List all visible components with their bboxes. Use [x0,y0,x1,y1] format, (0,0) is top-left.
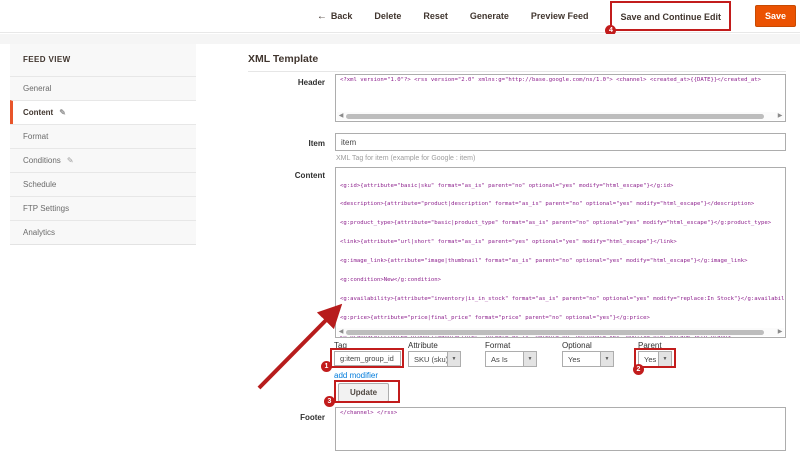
annotation-step-2: 2 [633,364,644,375]
sidebar-item-analytics[interactable]: Analytics [10,220,196,244]
top-toolbar: ← Back Delete Reset Generate Preview Fee… [0,0,800,33]
sidebar-item-format[interactable]: Format [10,124,196,148]
edit-pencil-icon: ✎ [59,108,66,117]
save-and-continue-button[interactable]: Save and Continue Edit [620,12,721,22]
back-label: Back [331,11,353,21]
header-textarea[interactable]: <?xml version="1.0"?> <rss version="2.0"… [335,74,786,122]
parent-column-label: Parent [638,341,662,350]
page-title: XML Template [248,53,318,65]
preview-feed-button[interactable]: Preview Feed [531,11,589,21]
footer-code-text: </channel> </rss> [336,408,785,418]
back-arrow-icon: ← [317,11,327,22]
attribute-column-label: Attribute [408,341,438,350]
feed-xml-template-page: ← Back Delete Reset Generate Preview Fee… [0,0,800,454]
header-horizontal-scrollbar[interactable]: ◀ ▶ [337,112,784,120]
sidebar-item-label: Conditions [23,156,61,165]
format-select[interactable]: As Is ▼ [485,351,537,367]
sidebar-item-ftp-settings[interactable]: FTP Settings [10,196,196,220]
title-divider [248,71,786,72]
save-button[interactable]: Save [755,5,796,27]
chevron-down-icon[interactable]: ▼ [658,352,671,366]
footer-textarea[interactable]: </channel> </rss> [335,407,786,451]
sidebar-item-content[interactable]: Content ✎ [10,100,196,124]
format-select-value: As Is [486,352,523,366]
sidebar-item-label: Analytics [23,228,55,237]
item-field-note: XML Tag for item (example for Google : i… [336,155,475,162]
format-column-label: Format [485,341,510,350]
toolbar-divider-strip [0,34,800,44]
add-modifier-link[interactable]: add modifier [334,371,378,380]
item-input[interactable]: item [335,133,786,151]
scrollbar-thumb[interactable] [346,330,764,335]
sidebar-item-schedule[interactable]: Schedule [10,172,196,196]
chevron-down-icon[interactable]: ▼ [447,352,460,366]
sidebar-item-label: General [23,84,51,93]
parent-select-value: Yes [639,352,658,366]
footer-field-label: Footer [235,413,325,422]
chevron-down-icon[interactable]: ▼ [523,352,536,366]
item-field-label: Item [235,139,325,148]
generate-button[interactable]: Generate [470,11,509,21]
sidebar-item-label: FTP Settings [23,204,69,213]
save-continue-highlight-box: Save and Continue Edit 4 [610,1,731,31]
scrollbar-track [345,330,776,335]
sidebar-item-conditions[interactable]: Conditions ✎ [10,148,196,172]
attribute-select[interactable]: SKU (sku) ▼ [408,351,461,367]
optional-select-value: Yes [563,352,600,366]
content-horizontal-scrollbar[interactable]: ◀ ▶ [337,328,784,336]
sidebar-item-label: Content [23,108,53,117]
attribute-select-value: SKU (sku) [409,352,447,366]
delete-button[interactable]: Delete [374,11,401,21]
annotation-step-1: 1 [321,361,332,372]
scroll-right-icon[interactable]: ▶ [776,328,784,336]
content-field-label: Content [235,171,325,180]
annotation-step-3: 3 [324,396,335,407]
feed-view-sidebar: FEED VIEW General Content ✎ Format Condi… [10,44,196,245]
scroll-right-icon[interactable]: ▶ [776,112,784,120]
reset-button[interactable]: Reset [423,11,448,21]
sidebar-item-label: Schedule [23,180,56,189]
tag-input[interactable]: g:item_group_id [334,351,401,366]
update-button[interactable]: Update [338,383,389,402]
scrollbar-thumb[interactable] [346,114,764,119]
scroll-left-icon[interactable]: ◀ [337,112,345,120]
content-textarea[interactable]: <g:id>{attribute="basic|sku" format="as_… [335,167,786,338]
optional-column-label: Optional [562,341,592,350]
header-code-text: <?xml version="1.0"?> <rss version="2.0"… [336,75,785,85]
scroll-left-icon[interactable]: ◀ [337,328,345,336]
back-button[interactable]: ← Back [317,11,353,22]
sidebar-title: FEED VIEW [10,44,196,76]
optional-select[interactable]: Yes ▼ [562,351,614,367]
edit-pencil-icon: ✎ [67,156,74,165]
header-field-label: Header [235,78,325,87]
parent-select[interactable]: Yes ▼ [638,351,672,367]
tag-column-label: Tag [334,341,347,350]
sidebar-item-label: Format [23,132,48,141]
scrollbar-track [345,114,776,119]
content-code-text: <g:id>{attribute="basic|sku" format="as_… [336,168,785,338]
chevron-down-icon[interactable]: ▼ [600,352,613,366]
sidebar-item-general[interactable]: General [10,76,196,100]
